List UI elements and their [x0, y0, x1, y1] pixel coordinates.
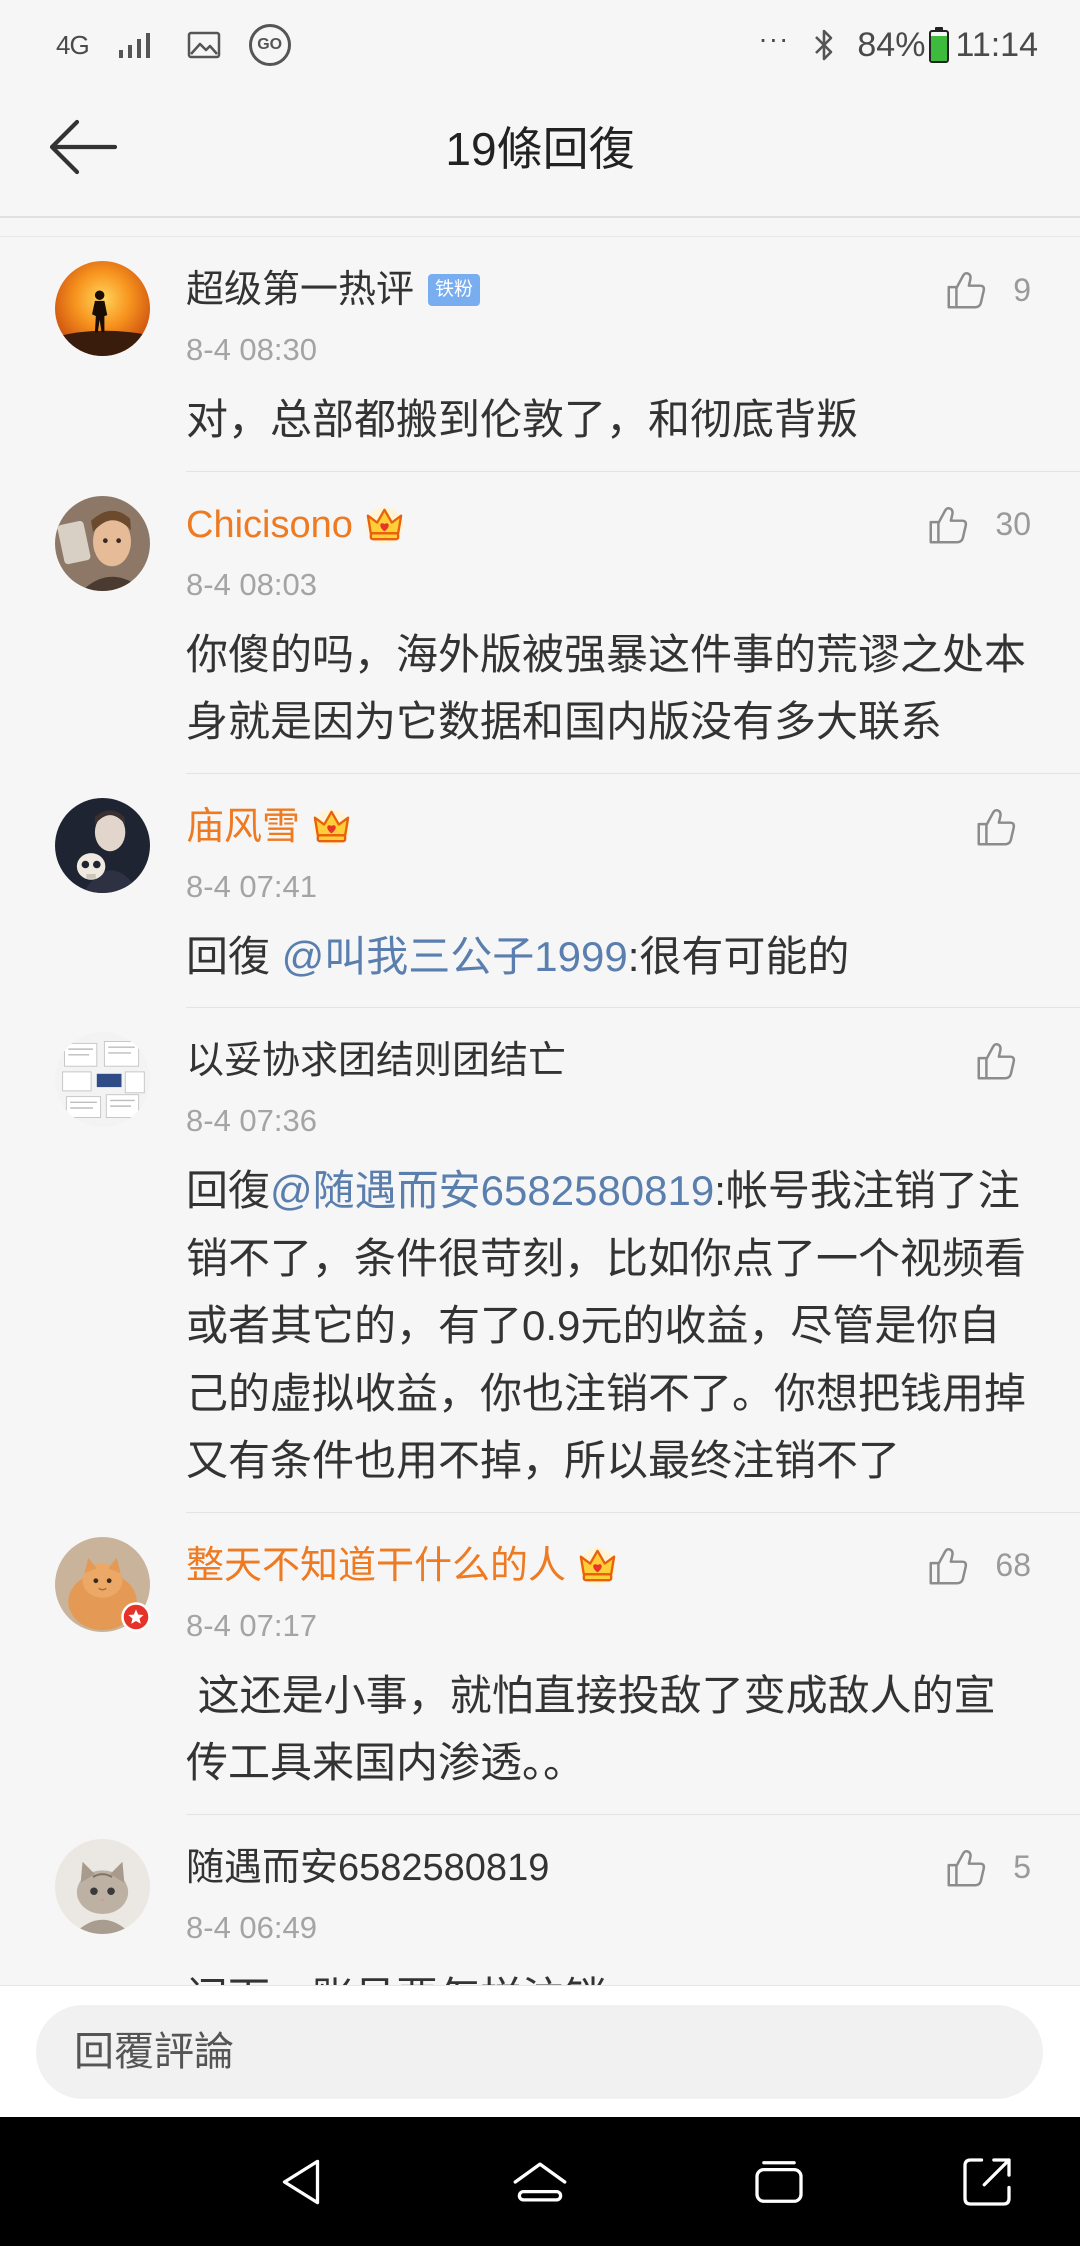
comment-text[interactable]: 你傻的吗，海外版被强暴这件事的荒谬之处本身就是因为它数据和国内版没有多大联系: [186, 621, 1036, 756]
crown-icon: [576, 1544, 619, 1587]
comment-text[interactable]: 问下，账号要怎样注销: [186, 1964, 1036, 1986]
like-button[interactable]: 30: [925, 500, 1031, 550]
comment-item: 以妥协求团结则团结亡 8-4 07:36 回復@随遇而安6582580819:帐号我…: [0, 1008, 1080, 1513]
comment-item: Chicisono 8-4 08:03 你傻的吗，海外版被强暴这件事的荒谬之处本身就…: [0, 472, 1080, 774]
like-button[interactable]: 5: [943, 1843, 1031, 1893]
comment-text[interactable]: 回復@随遇而安6582580819:帐号我注销了注销不了，条件很苛刻，比如你点了…: [186, 1157, 1036, 1495]
avatar[interactable]: [55, 1838, 150, 1934]
status-right: ··· 84% 11:14: [758, 0, 1038, 89]
avatar[interactable]: [55, 1032, 150, 1127]
reply-input[interactable]: [36, 2005, 1043, 2099]
avatar[interactable]: [55, 797, 150, 893]
avatar[interactable]: [55, 495, 150, 591]
crown-icon: [310, 805, 353, 848]
username[interactable]: 超级第一热评: [186, 265, 414, 315]
system-nav-bar: [0, 2117, 1080, 2246]
like-count: 30: [995, 506, 1031, 542]
timestamp: 8-4 06:49: [186, 1909, 317, 1945]
image-icon: [187, 30, 221, 60]
timestamp: 8-4 07:17: [186, 1607, 317, 1643]
4g-icon: 4G: [56, 29, 90, 60]
like-button[interactable]: [973, 802, 1019, 852]
text-segment: 回復: [186, 1167, 271, 1214]
crown-icon: [363, 503, 406, 546]
like-button[interactable]: 68: [925, 1541, 1031, 1591]
battery-icon: [929, 26, 950, 63]
fan-badge: 铁粉: [428, 274, 481, 306]
name-row: 整天不知道干什么的人: [186, 1541, 1036, 1591]
star-badge-icon: [121, 1601, 151, 1632]
reply-bar: [0, 1985, 1080, 2117]
clock: 11:14: [955, 25, 1038, 64]
comment-text[interactable]: 这还是小事，就怕直接投敌了变成敌人的宣传工具来国内渗透。。: [186, 1662, 1036, 1797]
username[interactable]: Chicisono: [186, 500, 353, 550]
comment-item: 随遇而安6582580819 8-4 06:49 问下，账号要怎样注销 5: [0, 1815, 1080, 1986]
like-button[interactable]: [973, 1036, 1019, 1086]
status-left: 4G GO: [56, 0, 291, 89]
comment-item: 整天不知道干什么的人 8-4 07:17 这还是小事，就怕直接投敌了变成敌人的宣传…: [0, 1513, 1080, 1815]
overflow-dots: ···: [758, 22, 790, 54]
name-row: Chicisono: [186, 500, 1036, 550]
page-title: 19條回復: [445, 123, 635, 175]
status-bar: 4G GO ··· 84% 11:14: [0, 0, 1080, 89]
go-icon: GO: [248, 23, 291, 66]
like-button[interactable]: 9: [943, 265, 1031, 315]
username[interactable]: 庙风雪: [186, 802, 300, 852]
thumbs-up-icon: [973, 1038, 1019, 1084]
text-segment: 回復: [186, 932, 282, 980]
timestamp: 8-4 08:30: [186, 332, 317, 367]
battery-percent: 84%: [857, 25, 926, 64]
thumbs-up-icon: [973, 804, 1019, 850]
like-count: 5: [1013, 1849, 1031, 1885]
timestamp: 8-4 07:41: [186, 868, 317, 904]
recents-icon[interactable]: [744, 2147, 814, 2217]
like-count: 68: [995, 1547, 1031, 1583]
like-count: 9: [1013, 271, 1031, 308]
timestamp: 8-4 07:36: [186, 1103, 317, 1138]
text-segment: 问下，账号要怎样注销: [186, 1974, 606, 1986]
text-segment: :很有可能的: [627, 932, 850, 980]
username[interactable]: 随遇而安6582580819: [186, 1843, 549, 1893]
thumbs-up-icon: [925, 502, 971, 548]
thumbs-up-icon: [943, 1845, 989, 1891]
text-segment: :帐号我注销了注销不了，条件很苛刻，比如你点了一个视频看或者其它的，有了0.9元…: [186, 1167, 1027, 1484]
comment-list[interactable]: 超级第一热评 铁粉 8-4 08:30 对，总部都搬到伦敦了，和彻底背叛 9 Chicis…: [0, 236, 1080, 1985]
home-icon[interactable]: [505, 2147, 575, 2217]
username[interactable]: 整天不知道干什么的人: [186, 1541, 566, 1591]
timestamp: 8-4 08:03: [186, 566, 317, 602]
thumbs-up-icon: [925, 1543, 971, 1589]
name-row: 庙风雪: [186, 802, 1036, 852]
comment-item: 超级第一热评 铁粉 8-4 08:30 对，总部都搬到伦敦了，和彻底背叛 9: [0, 237, 1080, 472]
mention-link[interactable]: @随遇而安6582580819: [270, 1167, 714, 1214]
comment-item: 庙风雪 8-4 07:41 回復 @叫我三公子1999:很有可能的: [0, 774, 1080, 1009]
back-triangle-icon[interactable]: [266, 2147, 336, 2217]
bluetooth-icon: [813, 27, 835, 63]
comment-text[interactable]: 对，总部都搬到伦敦了，和彻底背叛: [186, 386, 1036, 454]
text-segment: 对，总部都搬到伦敦了，和彻底背叛: [186, 396, 859, 443]
comment-text[interactable]: 回復 @叫我三公子1999:很有可能的: [186, 923, 1036, 991]
screen-rotate-icon[interactable]: [952, 2147, 1022, 2217]
name-row: 超级第一热评 铁粉: [186, 265, 1036, 315]
username[interactable]: 以妥协求团结则团结亡: [186, 1036, 566, 1086]
name-row: 以妥协求团结则团结亡: [186, 1036, 1036, 1086]
text-segment: 你傻的吗，海外版被强暴这件事的荒谬之处本身就是因为它数据和国内版没有多大联系: [186, 630, 1027, 746]
header: 19條回復: [0, 89, 1080, 218]
text-segment: 这还是小事，就怕直接投敌了变成敌人的宣传工具来国内渗透。。: [186, 1671, 996, 1787]
signal-icon: [117, 30, 157, 60]
avatar[interactable]: [55, 261, 150, 356]
name-row: 随遇而安6582580819: [186, 1843, 1036, 1893]
mention-link[interactable]: @叫我三公子1999: [282, 933, 628, 980]
thumbs-up-icon: [943, 267, 989, 313]
